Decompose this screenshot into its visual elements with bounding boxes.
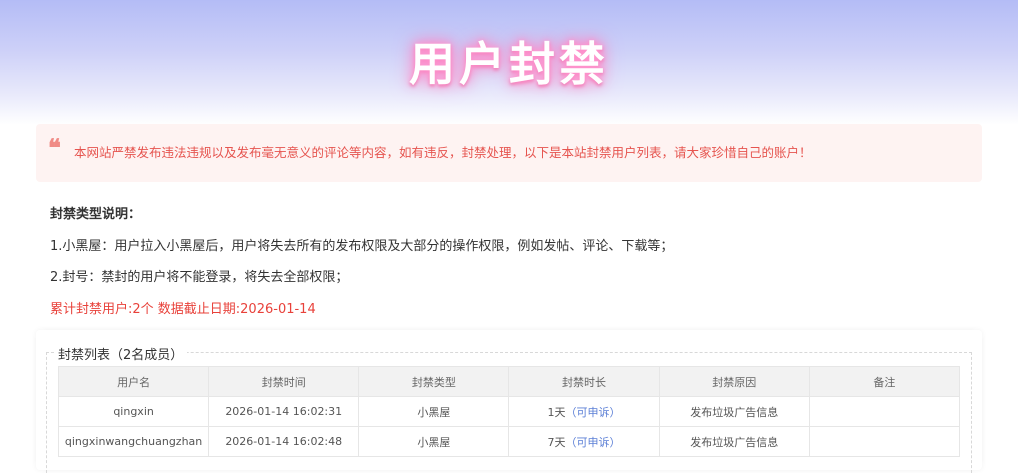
column-header-reason: 封禁原因 — [658, 366, 810, 397]
ban-type-heading: 封禁类型说明： — [50, 207, 142, 222]
ban-duration-cell: 7天（可申诉） — [508, 426, 660, 457]
username-link[interactable]: qingxin — [57, 396, 210, 427]
ban-type: 小黑屋 — [358, 426, 510, 457]
ban-reason: 发布垃圾广告信息 — [658, 426, 810, 457]
column-header-duration: 封禁时长 — [508, 366, 660, 397]
ban-table: 用户名 封禁时间 封禁类型 封禁时长 封禁原因 备注 qingxin 2026-… — [57, 366, 961, 457]
ban-list-legend: 封禁列表（2名成员） — [54, 344, 188, 363]
ban-time: 2026-01-14 16:02:48 — [208, 426, 360, 457]
username-link[interactable]: qingxinwangchuangzhan — [57, 426, 210, 457]
ban-note — [808, 426, 961, 457]
ban-duration: 1天 — [547, 405, 566, 419]
ban-stats: 累计封禁用户:2个 数据截止日期:2026-01-14 — [50, 302, 316, 317]
appeal-link[interactable]: （可申诉） — [566, 436, 621, 449]
page-title: 用户封禁 — [409, 37, 609, 91]
ban-type-item: 2.封号：禁封的用户将不能登录，将失去全部权限； — [50, 270, 349, 285]
table-row: qingxin 2026-01-14 16:02:31 小黑屋 1天（可申诉） … — [57, 396, 961, 427]
ban-duration: 7天 — [547, 435, 566, 449]
page-banner: 用户封禁 — [0, 0, 1018, 125]
appeal-link[interactable]: （可申诉） — [566, 406, 621, 419]
ban-list-panel: 封禁列表（2名成员） 用户名 封禁时间 封禁类型 封禁时长 封禁原因 备注 qi… — [36, 330, 982, 473]
ban-reason: 发布垃圾广告信息 — [658, 396, 810, 427]
column-header-note: 备注 — [808, 366, 961, 397]
table-header-row: 用户名 封禁时间 封禁类型 封禁时长 封禁原因 备注 — [57, 366, 961, 397]
ban-type-item: 1.小黑屋：用户拉入小黑屋后，用户将失去所有的发布权限及大部分的操作权限，例如发… — [50, 239, 674, 254]
table-row: qingxinwangchuangzhan 2026-01-14 16:02:4… — [57, 426, 961, 457]
column-header-time: 封禁时间 — [208, 366, 360, 397]
notice-text: 本网站严禁发布违法违规以及发布毫无意义的评论等内容，如有违反，封禁处理，以下是本… — [74, 145, 812, 160]
ban-note — [808, 396, 961, 427]
column-header-type: 封禁类型 — [358, 366, 510, 397]
column-header-username: 用户名 — [57, 366, 210, 397]
notice-box: ❝ 本网站严禁发布违法违规以及发布毫无意义的评论等内容，如有违反，封禁处理，以下… — [36, 124, 982, 182]
quote-icon: ❝ — [48, 133, 61, 162]
ban-duration-cell: 1天（可申诉） — [508, 396, 660, 427]
ban-type: 小黑屋 — [358, 396, 510, 427]
ban-time: 2026-01-14 16:02:31 — [208, 396, 360, 427]
